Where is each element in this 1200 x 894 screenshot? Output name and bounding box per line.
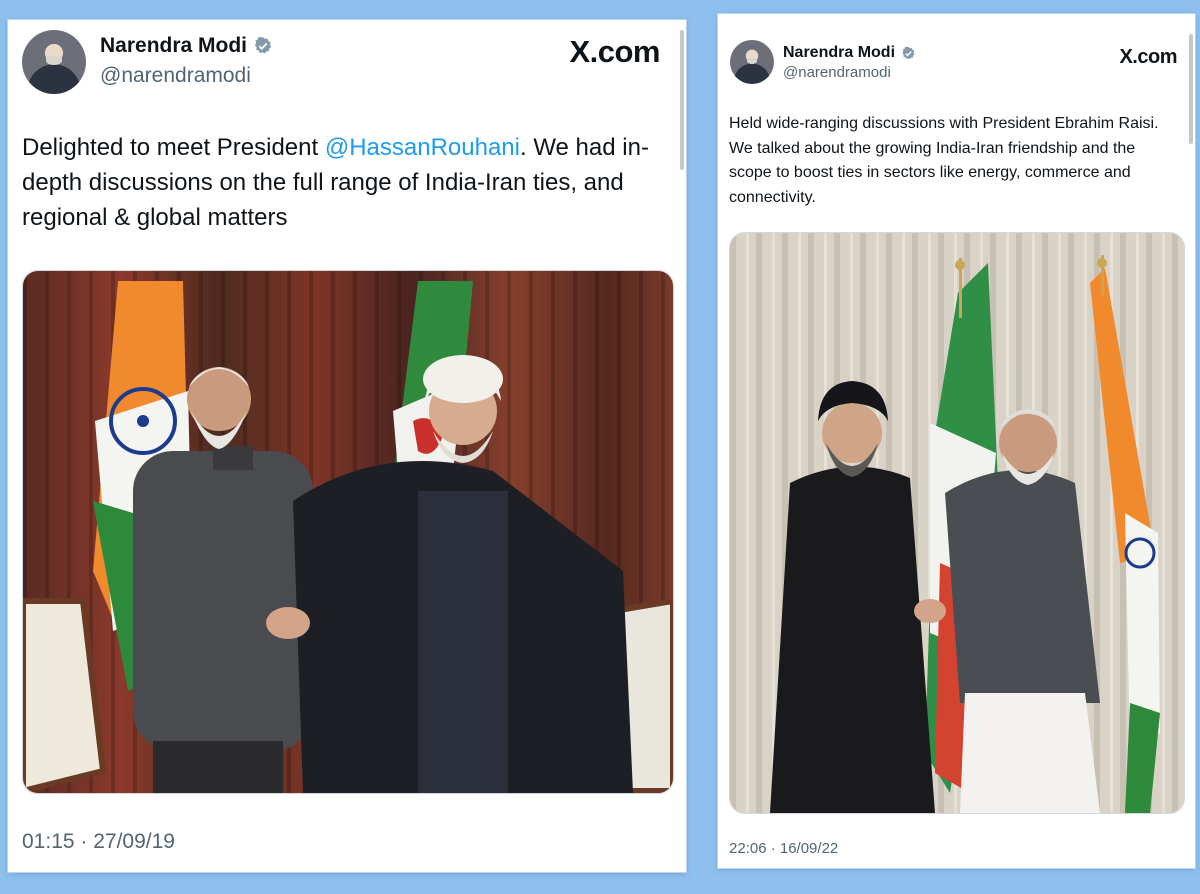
brand-label: X.com (1119, 46, 1177, 68)
tweet-text-part: Delighted to meet President (22, 134, 325, 161)
author-name[interactable]: Narendra Modi (783, 44, 895, 62)
scrollbar[interactable] (680, 30, 684, 170)
brand-label: X.com (569, 34, 660, 69)
tweet-photo[interactable] (22, 270, 674, 794)
author-name[interactable]: Narendra Modi (100, 34, 247, 58)
author-handle[interactable]: @narendramodi (100, 64, 251, 88)
author-handle[interactable]: @narendramodi (783, 64, 891, 81)
tweet-text: Held wide-ranging discussions with Presi… (729, 115, 1159, 206)
author-name-row: Narendra Modi (100, 34, 273, 58)
scrollbar[interactable] (1189, 34, 1193, 144)
avatar[interactable] (22, 30, 86, 94)
avatar[interactable] (730, 40, 774, 84)
x-logo: X.com (1119, 46, 1177, 69)
author-name-row: Narendra Modi (783, 44, 916, 62)
verified-badge-icon (253, 36, 273, 56)
tweet-text: Delighted to meet President @HassanRouha… (22, 130, 672, 235)
timestamp[interactable]: 22:06 · 16/09/22 (729, 840, 838, 857)
tweet-card-1: Narendra Modi @narendramodi X.com Deligh… (8, 20, 686, 872)
mention-link[interactable]: @HassanRouhani (325, 134, 520, 161)
timestamp[interactable]: 01:15 · 27/09/19 (22, 830, 175, 854)
x-logo: X.com (569, 34, 660, 70)
tweet-card-2: Narendra Modi @narendramodi X.com Held w… (718, 14, 1195, 868)
verified-badge-icon (901, 46, 916, 61)
tweet-photo[interactable] (729, 232, 1185, 814)
